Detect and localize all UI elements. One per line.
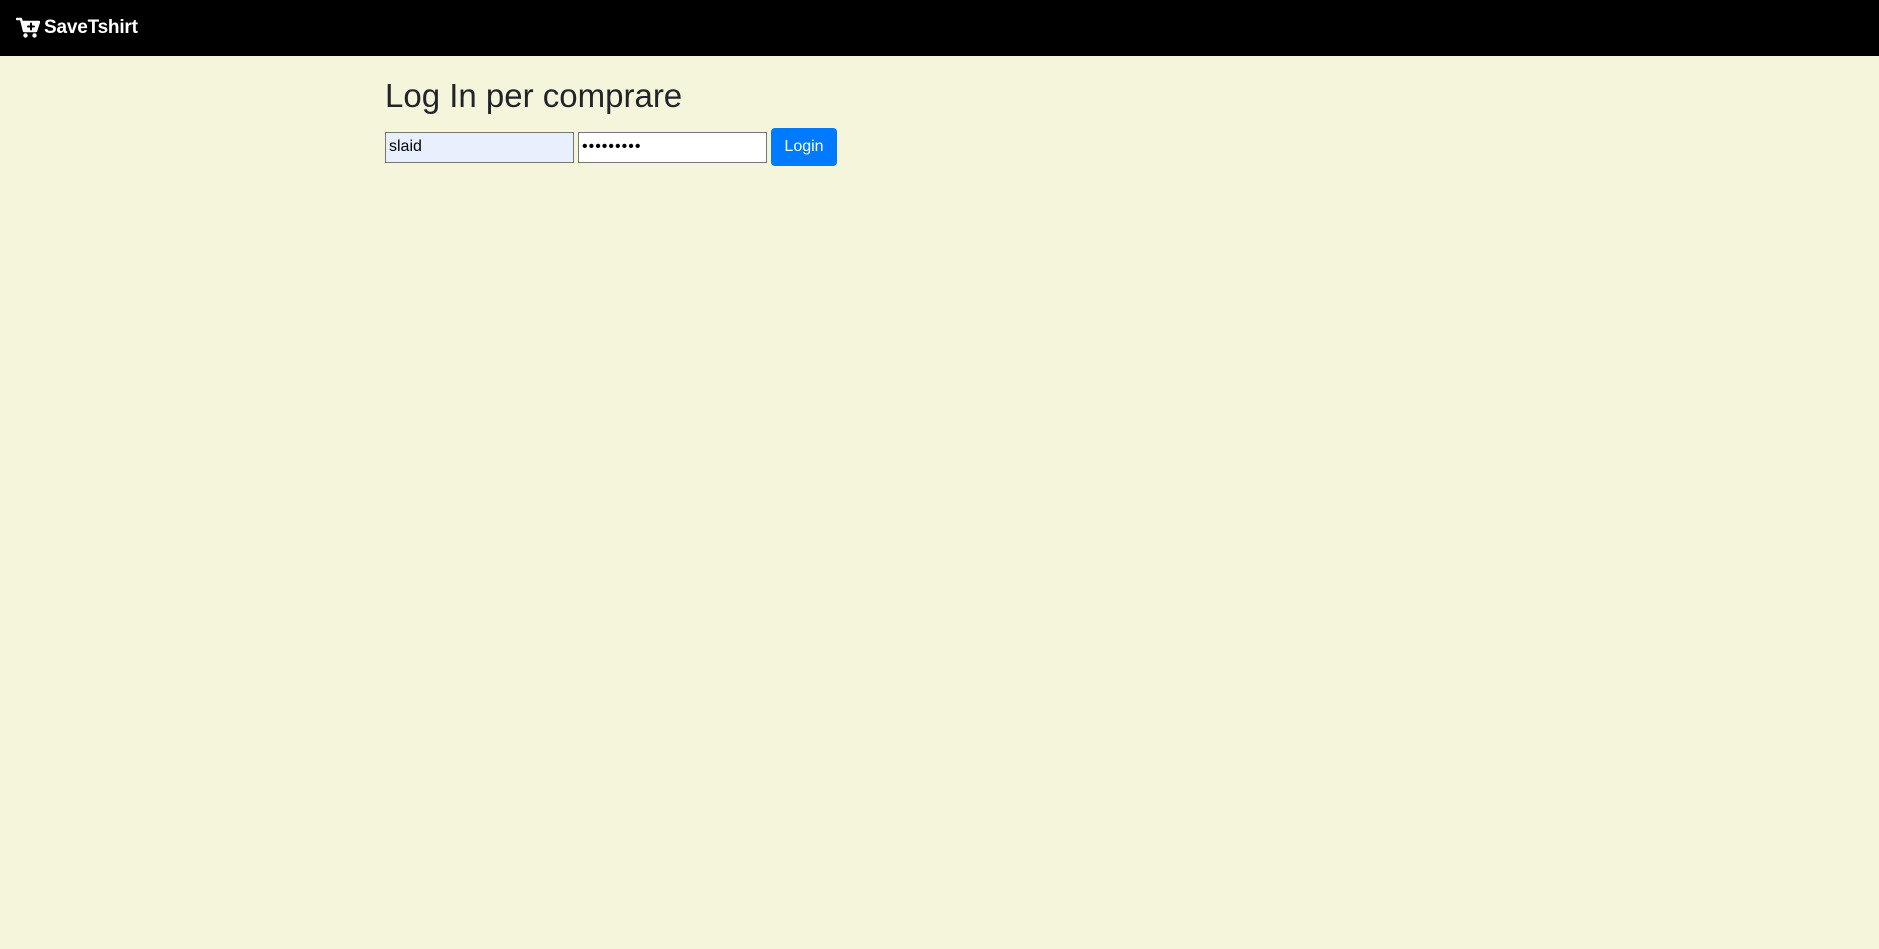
password-input[interactable] xyxy=(578,131,767,163)
brand-name: SaveTshirt xyxy=(44,17,138,38)
username-input[interactable] xyxy=(385,131,574,163)
login-button[interactable]: Login xyxy=(771,128,837,166)
cart-plus-icon xyxy=(15,17,41,39)
page-title: Log In per comprare xyxy=(385,77,683,114)
brand-link[interactable]: SaveTshirt xyxy=(15,16,138,40)
login-form: Login xyxy=(385,128,837,166)
navbar: SaveTshirt xyxy=(0,0,1879,56)
